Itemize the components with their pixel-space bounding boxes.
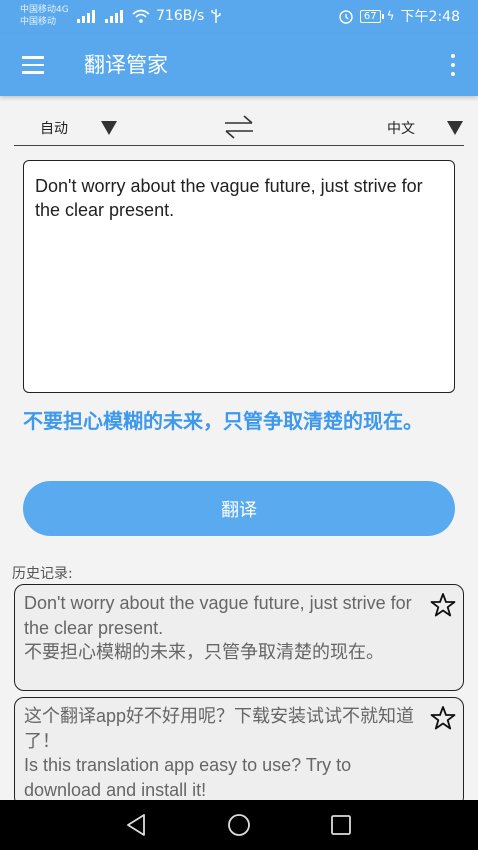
more-vertical-icon[interactable]: [448, 54, 458, 76]
source-dropdown-arrow-icon[interactable]: [101, 121, 117, 135]
signal-icon: [77, 10, 95, 23]
status-left: 716B/s: [76, 6, 222, 26]
history-item-source: Don't worry about the vague future, just…: [24, 593, 412, 638]
translation-result: 不要担心模糊的未来，只管争取清楚的现在。: [23, 409, 423, 433]
home-icon[interactable]: [226, 812, 252, 838]
alarm-icon: [339, 10, 353, 24]
system-nav-bar: [0, 800, 478, 850]
recent-apps-icon[interactable]: [328, 812, 354, 838]
history-item-translation: 不要担心模糊的未来，只管争取清楚的现在。: [24, 642, 384, 662]
wifi-icon: [132, 9, 150, 23]
carrier-1: 中国移动4G: [20, 5, 69, 15]
language-bar: 自动 中文: [14, 108, 464, 146]
usb-icon: [211, 9, 222, 23]
history-item[interactable]: 这个翻译app好不好用呢？下载安装试试不就知道了！ Is this transl…: [14, 697, 464, 807]
swap-arrows-icon[interactable]: [222, 114, 256, 140]
target-dropdown-arrow-icon[interactable]: [447, 121, 463, 135]
history-item[interactable]: Don't worry about the vague future, just…: [14, 584, 464, 691]
target-language-select[interactable]: 中文: [387, 118, 415, 138]
source-text-input[interactable]: Don't worry about the vague future, just…: [23, 160, 455, 393]
translate-button[interactable]: 翻译: [23, 481, 455, 536]
charging-icon: ϟ: [386, 9, 395, 23]
carrier-info: 中国移动4G 中国移动: [20, 4, 69, 28]
back-icon[interactable]: [124, 812, 150, 838]
star-icon[interactable]: [430, 705, 456, 731]
source-language-select[interactable]: 自动: [40, 118, 68, 138]
star-icon[interactable]: [430, 592, 456, 618]
app-title: 翻译管家: [84, 53, 168, 77]
history-item-source: 这个翻译app好不好用呢？下载安装试试不就知道了！: [24, 706, 415, 751]
carrier-2: 中国移动: [20, 17, 57, 27]
battery-icon: 67: [359, 9, 384, 23]
translate-button-label: 翻译: [221, 499, 257, 521]
status-bar: 中国移动4G 中国移动 716B/s 67 ϟ 下午2:48: [0, 0, 478, 34]
hamburger-menu-icon[interactable]: [22, 56, 44, 74]
status-right: 67 ϟ 下午2:48: [338, 6, 460, 26]
network-speed: 716B/s: [156, 8, 205, 24]
signal-icon-2: [105, 10, 123, 23]
app-bar: 翻译管家: [0, 34, 478, 96]
history-label: 历史记录:: [12, 566, 73, 582]
history-item-translation: Is this translation app easy to use? Try…: [24, 755, 352, 800]
clock: 下午2:48: [400, 9, 460, 25]
